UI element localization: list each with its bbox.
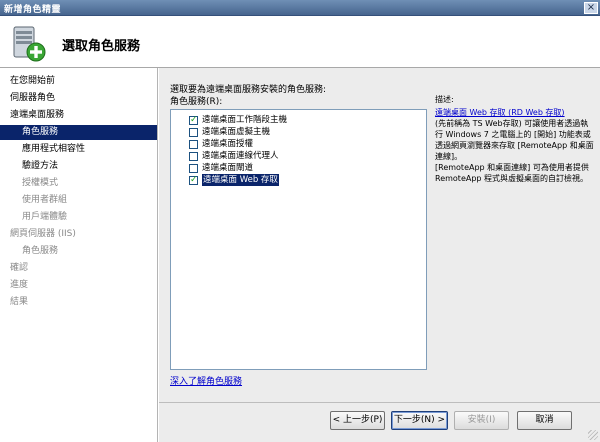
back-button[interactable]: < 上一步(P) — [330, 411, 385, 430]
sidebar-item-role-services[interactable]: 角色服務 — [0, 125, 157, 140]
checkbox-rd-web-access[interactable] — [189, 174, 198, 186]
title-bar: 新增角色精靈 × — [0, 0, 600, 16]
sidebar-item-iis-role-services: 角色服務 — [22, 246, 59, 256]
cancel-button[interactable]: 取消 — [517, 411, 572, 430]
sidebar-item-authentication-method[interactable]: 驗證方法 — [0, 159, 157, 174]
list-item-label: 遠端桌面虛擬主機 — [202, 127, 271, 137]
wizard-header: 選取角色服務 — [0, 16, 600, 68]
description-panel: 描述: 遠端桌面 Web 存取 (RD Web 存取) (先前稱為 TS Web… — [435, 94, 595, 184]
main-content: 選取要為遠端桌面服務安裝的角色服務: 角色服務(R): 遠端桌面工作階段主機 遠… — [159, 68, 600, 402]
list-item[interactable]: 遠端桌面 Web 存取 — [189, 174, 279, 186]
learn-more-link[interactable]: 深入了解角色服務 — [170, 374, 242, 387]
list-item[interactable]: 遠端桌面工作階段主機 — [189, 114, 287, 126]
list-item[interactable]: 遠端桌面授權 — [189, 138, 253, 150]
server-add-icon — [13, 26, 46, 62]
description-body-2: [RemoteApp 和桌面連線] 可為使用者提供 RemoteApp 程式與虛… — [435, 163, 589, 183]
list-item[interactable]: 遠端桌面連線代理人 — [189, 150, 279, 162]
sidebar-item-web-server-iis: 網頁伺服器 (IIS) — [10, 229, 76, 239]
sidebar-item-licensing-mode: 授權模式 — [22, 178, 59, 188]
list-item[interactable]: 遠端桌面閘道 — [189, 162, 253, 174]
sidebar-item-before-you-begin[interactable]: 在您開始前 — [0, 74, 157, 89]
list-item-label: 遠端桌面 Web 存取 — [202, 174, 279, 186]
sidebar-item-client-experience: 用戶端體驗 — [22, 212, 68, 222]
checkbox-rd-connection-broker[interactable] — [189, 151, 198, 161]
resize-grip-icon[interactable] — [588, 430, 598, 440]
sidebar-item-results: 結果 — [10, 297, 29, 307]
next-button[interactable]: 下一步(N) > — [391, 411, 448, 430]
description-link[interactable]: 遠端桌面 Web 存取 (RD Web 存取) — [435, 108, 565, 117]
sidebar-item-application-compatibility[interactable]: 應用程式相容性 — [0, 142, 157, 157]
install-button: 安裝(I) — [454, 411, 509, 430]
list-item-label: 遠端桌面工作階段主機 — [202, 115, 288, 125]
list-item-label: 遠端桌面閘道 — [202, 163, 254, 173]
description-title: 描述: — [435, 95, 454, 104]
checkbox-rd-gateway[interactable] — [189, 163, 198, 173]
list-item-label: 遠端桌面授權 — [202, 139, 254, 149]
role-services-label: 角色服務(R): — [170, 97, 223, 107]
close-button[interactable]: × — [584, 2, 598, 14]
sidebar-item-confirmation: 確認 — [10, 263, 29, 273]
page-title: 選取角色服務 — [62, 39, 141, 54]
sidebar-item-server-roles[interactable]: 伺服器角色 — [0, 91, 157, 106]
sidebar-item-user-groups: 使用者群組 — [22, 195, 68, 205]
checkbox-rd-licensing[interactable] — [189, 139, 198, 149]
list-item[interactable]: 遠端桌面虛擬主機 — [189, 126, 270, 138]
window-title: 新增角色精靈 — [4, 5, 62, 15]
role-services-list[interactable]: 遠端桌面工作階段主機 遠端桌面虛擬主機 遠端桌面授權 遠端桌面連線代理人 遠端桌… — [170, 109, 427, 370]
sidebar-item-remote-desktop-services[interactable]: 遠端桌面服務 — [0, 108, 157, 123]
sidebar-item-progress: 進度 — [10, 280, 29, 290]
list-item-label: 遠端桌面連線代理人 — [202, 151, 279, 161]
checkbox-rd-session-host[interactable] — [189, 114, 198, 126]
wizard-footer: < 上一步(P) 下一步(N) > 安裝(I) 取消 — [159, 402, 600, 442]
checkbox-rd-virtualization-host[interactable] — [189, 127, 198, 137]
wizard-steps-sidebar: 在您開始前 伺服器角色 遠端桌面服務 角色服務 應用程式相容性 驗證方法 授權模… — [0, 68, 158, 442]
description-body: (先前稱為 TS Web存取) 可讓使用者透過執行 Windows 7 之電腦上… — [435, 119, 594, 161]
